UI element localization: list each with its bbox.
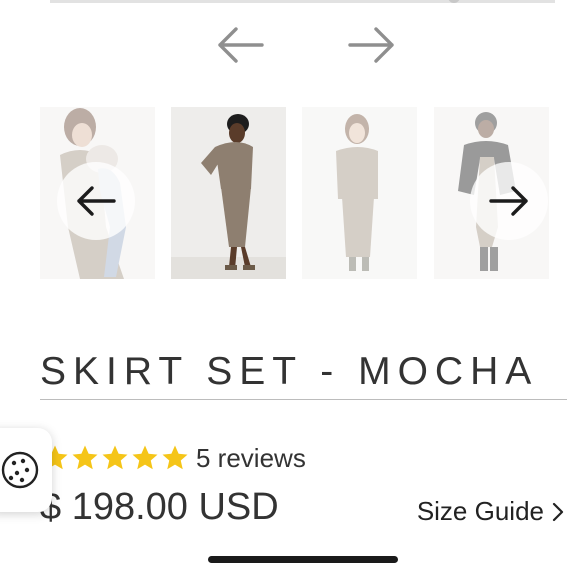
star-icon xyxy=(72,445,98,470)
thumbnail-carousel xyxy=(0,107,580,281)
product-title: SKIRT SET - MOCHA xyxy=(40,350,539,393)
main-image-prev-button[interactable] xyxy=(214,24,266,66)
image-slider-handle[interactable] xyxy=(448,0,460,3)
chevron-right-icon xyxy=(552,502,564,521)
thumbnail-prev-button[interactable] xyxy=(57,162,135,240)
chat-widget-button[interactable] xyxy=(0,428,52,512)
product-price: $ 198.00 USD xyxy=(40,486,279,528)
image-slider-track[interactable] xyxy=(50,0,555,3)
arrow-right-icon xyxy=(348,27,394,63)
thumbnail-photo xyxy=(171,107,286,279)
reviews-link[interactable]: 5 reviews xyxy=(196,443,306,474)
size-guide-link[interactable]: Size Guide xyxy=(417,496,564,527)
thumbnail-photo xyxy=(302,107,417,279)
thumbnail-3[interactable] xyxy=(302,107,417,279)
star-icon xyxy=(162,445,188,470)
main-image-next-button[interactable] xyxy=(346,24,398,66)
cookie-icon xyxy=(1,451,39,489)
title-divider xyxy=(40,399,567,400)
arrow-left-icon xyxy=(77,186,116,216)
star-rating xyxy=(40,443,190,473)
star-icon xyxy=(102,445,128,470)
thumbnail-next-button[interactable] xyxy=(470,162,548,240)
star-icon xyxy=(132,445,158,470)
arrow-left-icon xyxy=(218,27,264,63)
thumbnail-2-active[interactable] xyxy=(171,107,286,279)
home-indicator[interactable] xyxy=(208,556,398,563)
arrow-right-icon xyxy=(489,186,528,216)
size-guide-label: Size Guide xyxy=(416,496,544,526)
product-rating[interactable]: 5 reviews xyxy=(40,440,306,476)
